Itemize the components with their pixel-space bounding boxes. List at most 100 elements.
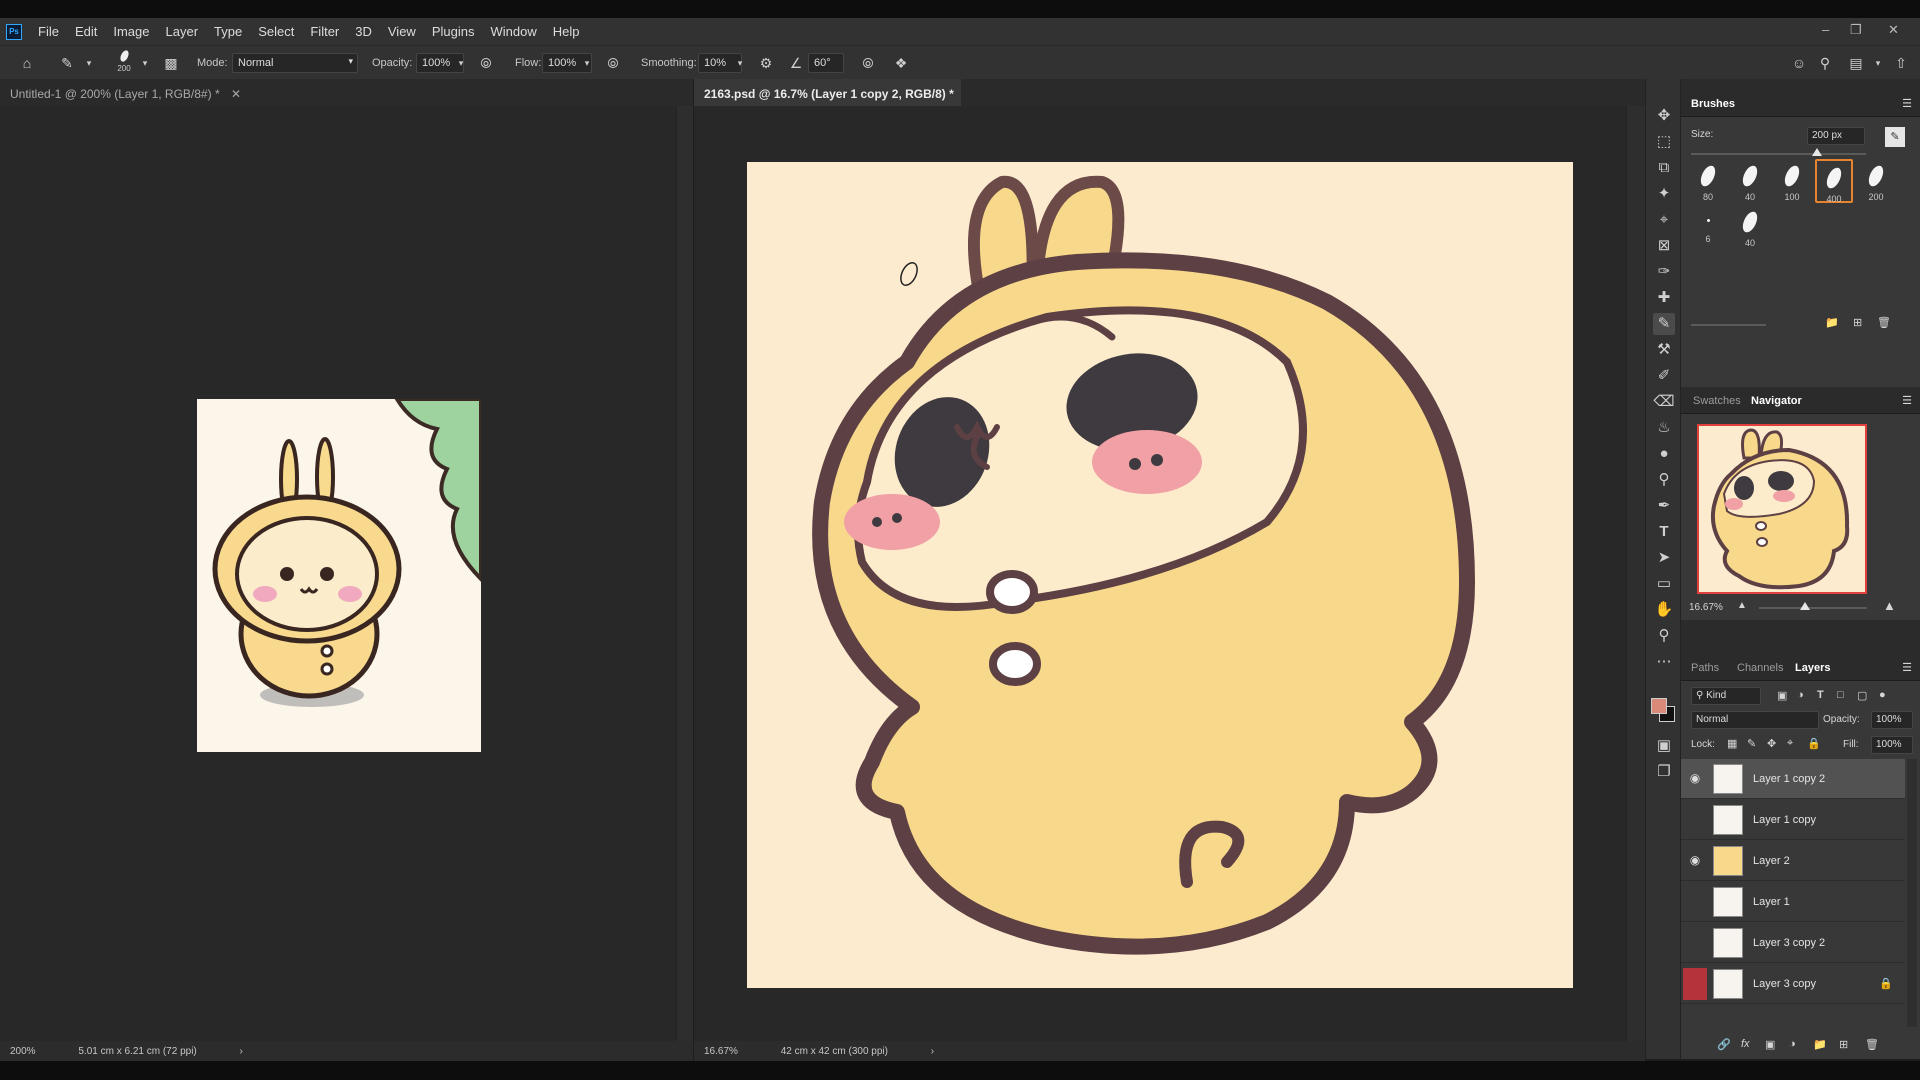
menu-window[interactable]: Window xyxy=(490,24,536,39)
close-window-icon[interactable]: ✕ xyxy=(1888,22,1899,38)
document-canvas-area-2[interactable] xyxy=(694,106,1645,1041)
menu-help[interactable]: Help xyxy=(553,24,580,39)
eye-hidden-icon[interactable] xyxy=(1687,935,1703,951)
menu-plugins[interactable]: Plugins xyxy=(432,24,475,39)
crop-tool-icon[interactable]: ⌖ xyxy=(1653,209,1675,231)
brush-preset[interactable]: 80 xyxy=(1689,159,1727,203)
blend-mode-select[interactable]: Normal xyxy=(1691,711,1819,729)
more-tools-icon[interactable]: ⋯ xyxy=(1653,651,1675,673)
chevron-down-icon[interactable]: ▾ xyxy=(731,54,749,72)
lock-transparent-icon[interactable]: ▦ xyxy=(1727,737,1737,750)
brush-tool-preset-icon[interactable]: ✎ xyxy=(58,54,76,72)
close-tab-icon[interactable]: ✕ xyxy=(231,87,241,101)
path-selection-tool-icon[interactable]: ➤ xyxy=(1653,547,1675,569)
layer-row[interactable]: Layer 3 copy 2 xyxy=(1681,923,1905,963)
lock-artboard-icon[interactable]: ⌖ xyxy=(1787,737,1793,750)
document-canvas-2[interactable] xyxy=(747,162,1573,988)
navigator-zoom-value[interactable]: 16.67% xyxy=(1689,602,1723,613)
brush-size-slider-handle[interactable] xyxy=(1812,148,1822,156)
move-tool-icon[interactable]: ✥ xyxy=(1653,105,1675,127)
blur-tool-icon[interactable]: ● xyxy=(1653,443,1675,465)
menu-type[interactable]: Type xyxy=(214,24,242,39)
angle-field[interactable]: 60° xyxy=(808,53,844,73)
eye-hidden-icon[interactable] xyxy=(1683,968,1707,1000)
vertical-scrollbar-1[interactable] xyxy=(676,106,693,1041)
tab-swatches[interactable]: Swatches xyxy=(1693,395,1741,407)
zoom-in-icon[interactable]: ▲ xyxy=(1883,598,1896,613)
layer-row[interactable]: Layer 1 xyxy=(1681,882,1905,922)
pressure-opacity-icon[interactable]: ⦾ xyxy=(477,54,495,72)
chevron-down-icon[interactable]: ▾ xyxy=(1869,54,1887,72)
panel-menu-icon[interactable]: ☰ xyxy=(1902,394,1912,407)
navigator-zoom-slider-track[interactable] xyxy=(1759,607,1867,609)
quick-selection-tool-icon[interactable]: ✦ xyxy=(1653,183,1675,205)
lock-image-icon[interactable]: ✎ xyxy=(1747,737,1756,750)
quick-mask-icon[interactable]: ▣ xyxy=(1653,735,1675,757)
document-canvas-area-1[interactable] xyxy=(0,106,693,1041)
brush-preset[interactable]: 40 xyxy=(1731,159,1769,203)
share-icon[interactable]: ⇧ xyxy=(1892,54,1910,72)
frame-tool-icon[interactable]: ⊠ xyxy=(1653,235,1675,257)
chevron-right-icon[interactable]: › xyxy=(240,1046,243,1057)
eyedropper-tool-icon[interactable]: ✑ xyxy=(1653,261,1675,283)
layer-row[interactable]: Layer 3 copy 🔒 xyxy=(1681,964,1905,1004)
eye-icon[interactable]: ◉ xyxy=(1687,853,1703,869)
new-group-icon[interactable]: 📁 xyxy=(1813,1038,1827,1051)
document-canvas-1[interactable] xyxy=(197,399,481,752)
layer-row[interactable]: Layer 1 copy xyxy=(1681,800,1905,840)
share-user-icon[interactable]: ☺ xyxy=(1790,54,1808,72)
chevron-down-icon[interactable]: ▾ xyxy=(578,54,596,72)
tab-navigator[interactable]: Navigator xyxy=(1751,395,1802,407)
tab-paths[interactable]: Paths xyxy=(1691,662,1719,674)
pen-tool-icon[interactable]: ✒ xyxy=(1653,495,1675,517)
chevron-right-icon[interactable]: › xyxy=(931,1046,934,1057)
clone-stamp-tool-icon[interactable]: ⚒ xyxy=(1653,339,1675,361)
adjustment-layer-icon[interactable]: ◑ xyxy=(1789,1038,1796,1050)
brush-size-field[interactable]: 200 px xyxy=(1807,127,1865,145)
zoom-out-icon[interactable]: ▲ xyxy=(1737,600,1747,611)
brush-preset[interactable]: 6 xyxy=(1689,205,1727,249)
eye-hidden-icon[interactable] xyxy=(1687,894,1703,910)
panel-menu-icon[interactable]: ☰ xyxy=(1902,661,1912,674)
new-brush-icon[interactable]: ⊞ xyxy=(1853,316,1862,329)
mode-select[interactable]: Normal ▾ xyxy=(232,53,358,73)
zoom-level[interactable]: 16.67% xyxy=(704,1046,738,1057)
eye-hidden-icon[interactable] xyxy=(1687,812,1703,828)
layers-scrollbar[interactable] xyxy=(1907,759,1917,1027)
filter-pixel-icon[interactable]: ▣ xyxy=(1777,689,1787,702)
menu-edit[interactable]: Edit xyxy=(75,24,97,39)
document-tab-untitled[interactable]: Untitled-1 @ 200% (Layer 1, RGB/8#) * ✕ xyxy=(0,79,693,106)
brush-settings-panel-icon[interactable]: ▩ xyxy=(162,54,180,72)
menu-select[interactable]: Select xyxy=(258,24,294,39)
dodge-tool-icon[interactable]: ⚲ xyxy=(1653,469,1675,491)
chevron-down-icon[interactable]: ▾ xyxy=(136,54,154,72)
navigator-zoom-slider-handle[interactable] xyxy=(1800,602,1810,610)
chevron-down-icon[interactable]: ▾ xyxy=(80,54,98,72)
menu-file[interactable]: File xyxy=(38,24,59,39)
filter-type-icon[interactable]: T xyxy=(1817,689,1824,701)
gear-icon[interactable]: ⚙ xyxy=(757,54,775,72)
tab-channels[interactable]: Channels xyxy=(1737,662,1783,674)
brush-edit-icon[interactable]: ✎ xyxy=(1885,127,1905,147)
document-tab-2163[interactable]: 2163.psd @ 16.7% (Layer 1 copy 2, RGB/8)… xyxy=(694,79,975,106)
paint-bucket-tool-icon[interactable]: ♨ xyxy=(1653,417,1675,439)
panel-menu-icon[interactable]: ☰ xyxy=(1902,97,1912,110)
filter-shape-icon[interactable]: □ xyxy=(1837,689,1844,701)
restore-icon[interactable]: ❐ xyxy=(1850,22,1862,38)
hand-tool-icon[interactable]: ✋ xyxy=(1653,599,1675,621)
layer-row[interactable]: ◉ Layer 2 xyxy=(1681,841,1905,881)
layer-opacity-field[interactable]: 100% xyxy=(1871,711,1913,729)
delete-brush-icon[interactable]: 🗑 xyxy=(1877,316,1891,329)
marquee-tool-icon[interactable]: ⬚ xyxy=(1653,131,1675,153)
brush-preview[interactable]: 200 xyxy=(112,49,136,78)
brush-size-slider-track[interactable] xyxy=(1691,153,1866,155)
menu-filter[interactable]: Filter xyxy=(310,24,339,39)
chevron-down-icon[interactable]: ▾ xyxy=(452,54,470,72)
fill-field[interactable]: 100% xyxy=(1871,736,1913,754)
brush-tool-icon[interactable]: ✎ xyxy=(1653,313,1675,335)
zoom-tool-icon[interactable]: ⚲ xyxy=(1653,625,1675,647)
screen-mode-icon[interactable]: ❐ xyxy=(1653,761,1675,783)
add-mask-icon[interactable]: ▣ xyxy=(1765,1038,1775,1051)
eraser-tool-icon[interactable]: ⌫ xyxy=(1653,391,1675,413)
brush-preset[interactable]: 100 xyxy=(1773,159,1811,203)
